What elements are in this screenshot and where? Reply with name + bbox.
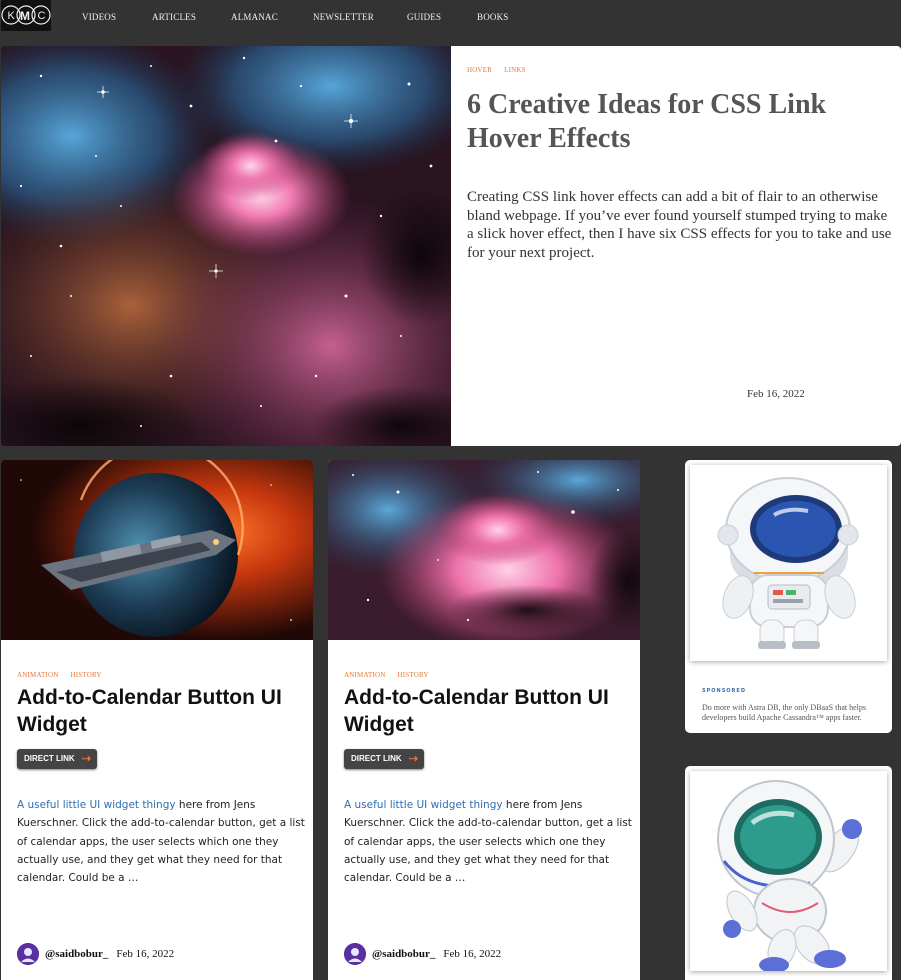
hero-title[interactable]: 6 Creative Ideas for CSS Link Hover Effe…: [467, 88, 887, 156]
card-tags: ANIMATION HISTORY: [17, 671, 114, 679]
hero-tags: HOVER LINKS: [467, 66, 538, 74]
svg-text:M: M: [20, 9, 30, 23]
excerpt-text: here from Jens Kuerschner. Click the add…: [344, 799, 632, 885]
card-tags: ANIMATION HISTORY: [344, 671, 441, 679]
author-name[interactable]: @saidbobur_: [45, 948, 108, 960]
astronaut-image[interactable]: [690, 465, 887, 661]
direct-link-button[interactable]: DIRECT LINK ⇢: [17, 749, 97, 769]
hero-date: Feb 16, 2022: [747, 388, 805, 400]
nav-newsletter[interactable]: NEWSLETTER: [313, 12, 374, 22]
sponsored-label: SPONSORED: [702, 688, 746, 694]
direct-link-button[interactable]: DIRECT LINK ⇢: [344, 749, 424, 769]
card-date: Feb 16, 2022: [116, 948, 175, 960]
ad-text[interactable]: Do more with Astra DB, the only DBaaS th…: [702, 703, 882, 723]
author-name[interactable]: @saidbobur_: [372, 948, 435, 960]
hero-description: Creating CSS link hover effects can add …: [467, 189, 892, 261]
site-logo[interactable]: K M C: [1, 0, 51, 31]
svg-text:K: K: [8, 10, 16, 22]
author-row: @saidbobur_ Feb 16, 2022: [17, 943, 174, 965]
svg-text:C: C: [38, 10, 46, 22]
tag-animation[interactable]: ANIMATION: [344, 671, 385, 679]
excerpt-text: here from Jens Kuerschner. Click the add…: [17, 799, 305, 885]
tag-history[interactable]: HISTORY: [397, 671, 428, 679]
nav-videos[interactable]: VIDEOS: [82, 12, 116, 22]
excerpt-link[interactable]: A useful little UI widget thingy: [17, 799, 176, 811]
card-spaceship-image[interactable]: [1, 460, 313, 640]
top-navigation: K M C VIDEOS ARTICLES ALMANAC NEWSLETTER…: [0, 0, 901, 34]
card-excerpt: A useful little UI widget thingy here fr…: [344, 796, 634, 887]
hero-nebula-image[interactable]: [1, 46, 451, 446]
card-date: Feb 16, 2022: [443, 948, 502, 960]
article-card: ANIMATION HISTORY Add-to-Calendar Button …: [1, 460, 313, 980]
card-nebula-image[interactable]: [328, 460, 640, 640]
sponsored-ad[interactable]: SPONSORED Do more with Astra DB, the onl…: [685, 460, 892, 733]
author-row: @saidbobur_ Feb 16, 2022: [344, 943, 501, 965]
nav-guides[interactable]: GUIDES: [407, 12, 441, 22]
author-avatar[interactable]: [344, 943, 366, 965]
direct-link-label: DIRECT LINK: [351, 754, 402, 763]
hero-article-card: HOVER LINKS 6 Creative Ideas for CSS Link…: [451, 46, 901, 446]
tag-links[interactable]: LINKS: [504, 66, 526, 74]
tag-animation[interactable]: ANIMATION: [17, 671, 58, 679]
card-title[interactable]: Add-to-Calendar Button UI Widget: [17, 684, 307, 738]
excerpt-link[interactable]: A useful little UI widget thingy: [344, 799, 503, 811]
arrow-right-icon: ⇢: [81, 753, 91, 765]
floating-astronaut-image[interactable]: [690, 771, 887, 971]
arrow-right-icon: ⇢: [408, 753, 418, 765]
card-title[interactable]: Add-to-Calendar Button UI Widget: [344, 684, 634, 738]
nav-articles[interactable]: ARTICLES: [152, 12, 196, 22]
nav-almanac[interactable]: ALMANAC: [231, 12, 278, 22]
nav-books[interactable]: BOOKS: [477, 12, 509, 22]
article-card: ANIMATION HISTORY Add-to-Calendar Button …: [328, 460, 640, 980]
author-avatar[interactable]: [17, 943, 39, 965]
sponsored-ad-image-card[interactable]: [685, 766, 892, 980]
card-excerpt: A useful little UI widget thingy here fr…: [17, 796, 307, 887]
direct-link-label: DIRECT LINK: [24, 754, 75, 763]
tag-hover[interactable]: HOVER: [467, 66, 492, 74]
tag-history[interactable]: HISTORY: [70, 671, 101, 679]
